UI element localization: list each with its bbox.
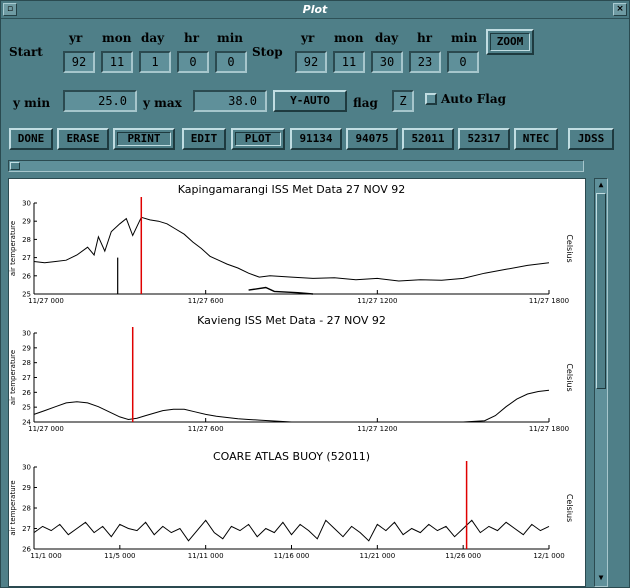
chart3-xtick-label: 11/1 000 (30, 552, 61, 560)
chart1-series-line (33, 216, 550, 282)
flag-input[interactable]: Z (392, 90, 414, 112)
horizontal-scrollbar[interactable] (8, 160, 584, 172)
chart1-right-label: Celsius (565, 234, 574, 262)
chart2-xtick-label: 11/27 000 (28, 425, 64, 433)
start-label: Start (9, 45, 43, 59)
chart3-ylabel: air temperature (9, 480, 17, 535)
plot-window: Plot ▫ × Start yr mon day hr min 92 11 1… (0, 0, 630, 588)
station-94075-button[interactable]: 94075 (346, 128, 398, 150)
stop-hr-label: hr (417, 31, 433, 45)
done-button[interactable]: DONE (9, 128, 53, 150)
chart3-ytick-label: 30 (22, 464, 31, 472)
jdss-button[interactable]: JDSS (568, 128, 614, 150)
chart2-xtick-label: 11/27 600 (188, 425, 224, 433)
ymax-label: y max (143, 96, 182, 110)
chart3-ytick-label: 29 (22, 484, 31, 492)
plots-svg: Kapingamarangi ISS Met Data 27 NOV 92 air… (9, 183, 574, 560)
chart2-ytick-label: 29 (22, 344, 31, 352)
chart2-ytick-label: 25 (22, 404, 31, 412)
chart1-xtick-label: 11/27 000 (28, 297, 64, 305)
start-hr-label: hr (184, 31, 200, 45)
ntec-button[interactable]: NTEC (514, 128, 558, 150)
stop-min-label: min (451, 31, 477, 45)
station-52011-button[interactable]: 52011 (402, 128, 454, 150)
chart1-ytick-label: 27 (22, 254, 31, 262)
stop-day-input[interactable]: 30 (371, 51, 403, 73)
plot-button[interactable]: PLOT (231, 128, 285, 150)
chart3-ytick-label: 28 (22, 505, 31, 513)
horizontal-scroll-thumb[interactable] (10, 162, 20, 170)
station-52317-button[interactable]: 52317 (458, 128, 510, 150)
y-auto-button[interactable]: Y-AUTO (273, 90, 347, 112)
chart3-title: COARE ATLAS BUOY (52011) (213, 450, 370, 463)
chart3-xtick-label: 11/5 000 (104, 552, 135, 560)
stop-min-input[interactable]: 0 (447, 51, 479, 73)
vertical-scroll-thumb[interactable] (596, 193, 606, 389)
auto-flag-label: Auto Flag (441, 92, 507, 106)
chart2-ytick-label: 30 (22, 330, 31, 338)
start-hr-input[interactable]: 0 (177, 51, 209, 73)
chart3-xtick-label: 11/16 000 (274, 552, 310, 560)
chart1-ytick-label: 29 (22, 218, 31, 226)
chart2-ytick-label: 27 (22, 374, 31, 382)
chart3-xtick-label: 11/21 000 (359, 552, 395, 560)
chart3-xtick-label: 11/26 000 (445, 552, 481, 560)
start-min-input[interactable]: 0 (215, 51, 247, 73)
window-titlebar[interactable]: Plot ▫ × (1, 1, 629, 19)
stop-mon-input[interactable]: 11 (333, 51, 365, 73)
chart1-ytick-label: 28 (22, 236, 31, 244)
stop-hr-input[interactable]: 23 (409, 51, 441, 73)
plot-area: Kapingamarangi ISS Met Data 27 NOV 92 air… (8, 178, 586, 587)
chart3-series-line (33, 519, 550, 542)
ymin-input[interactable]: 25.0 (63, 90, 137, 112)
chart3-right-label: Celsius (565, 494, 574, 522)
chart1-title: Kapingamarangi ISS Met Data 27 NOV 92 (178, 183, 405, 196)
stop-yr-input[interactable]: 92 (295, 51, 327, 73)
window-title: Plot (302, 3, 328, 16)
chart1-xtick-label: 11/27 600 (188, 297, 224, 305)
start-yr-input[interactable]: 92 (63, 51, 95, 73)
chart2-title: Kavieng ISS Met Data - 27 NOV 92 (197, 314, 386, 327)
start-min-label: min (217, 31, 243, 45)
arrow-down-icon[interactable]: ▼ (596, 573, 606, 583)
chart1-xtick-label: 11/27 1800 (529, 297, 569, 305)
chart1-ytick-label: 26 (22, 272, 31, 280)
vertical-scrollbar[interactable]: ▲ ▼ (594, 178, 608, 587)
start-mon-label: mon (102, 31, 132, 45)
stop-day-label: day (375, 31, 399, 45)
chart3-xtick-label: 12/1 000 (533, 552, 564, 560)
window-close-icon[interactable]: × (613, 3, 627, 16)
edit-button[interactable]: EDIT (182, 128, 226, 150)
auto-flag-checkbox[interactable] (425, 93, 437, 105)
chart2-ylabel: air temperature (9, 350, 17, 405)
start-day-input[interactable]: 1 (139, 51, 171, 73)
chart2-xtick-label: 11/27 1200 (357, 425, 397, 433)
arrow-up-icon[interactable]: ▲ (596, 180, 606, 190)
print-button[interactable]: PRINT (113, 128, 175, 150)
chart1-ylabel: air temperature (9, 221, 17, 276)
chart3-xtick-label: 11/11 000 (188, 552, 224, 560)
stop-yr-label: yr (301, 31, 315, 45)
chart2-ytick-label: 28 (22, 359, 31, 367)
chart2-right-label: Celsius (565, 363, 574, 391)
chart2-ytick-label: 26 (22, 389, 31, 397)
chart3-ytick-label: 27 (22, 525, 31, 533)
ymin-label: y min (13, 96, 51, 110)
window-menu-icon[interactable]: ▫ (3, 3, 17, 16)
chart1-xtick-label: 11/27 1200 (357, 297, 397, 305)
chart2-xtick-label: 11/27 1800 (529, 425, 569, 433)
ymax-input[interactable]: 38.0 (193, 90, 267, 112)
stop-mon-label: mon (334, 31, 364, 45)
chart1-annotation-path (248, 286, 314, 295)
start-yr-label: yr (69, 31, 83, 45)
erase-button[interactable]: ERASE (57, 128, 109, 150)
start-mon-input[interactable]: 11 (101, 51, 133, 73)
stop-label: Stop (252, 45, 283, 59)
flag-label: flag (353, 96, 378, 110)
start-day-label: day (141, 31, 165, 45)
chart1-ytick-label: 30 (22, 200, 31, 208)
chart2-series-line (33, 389, 550, 423)
zoom-button[interactable]: ZOOM (486, 29, 534, 55)
station-91134-button[interactable]: 91134 (290, 128, 342, 150)
